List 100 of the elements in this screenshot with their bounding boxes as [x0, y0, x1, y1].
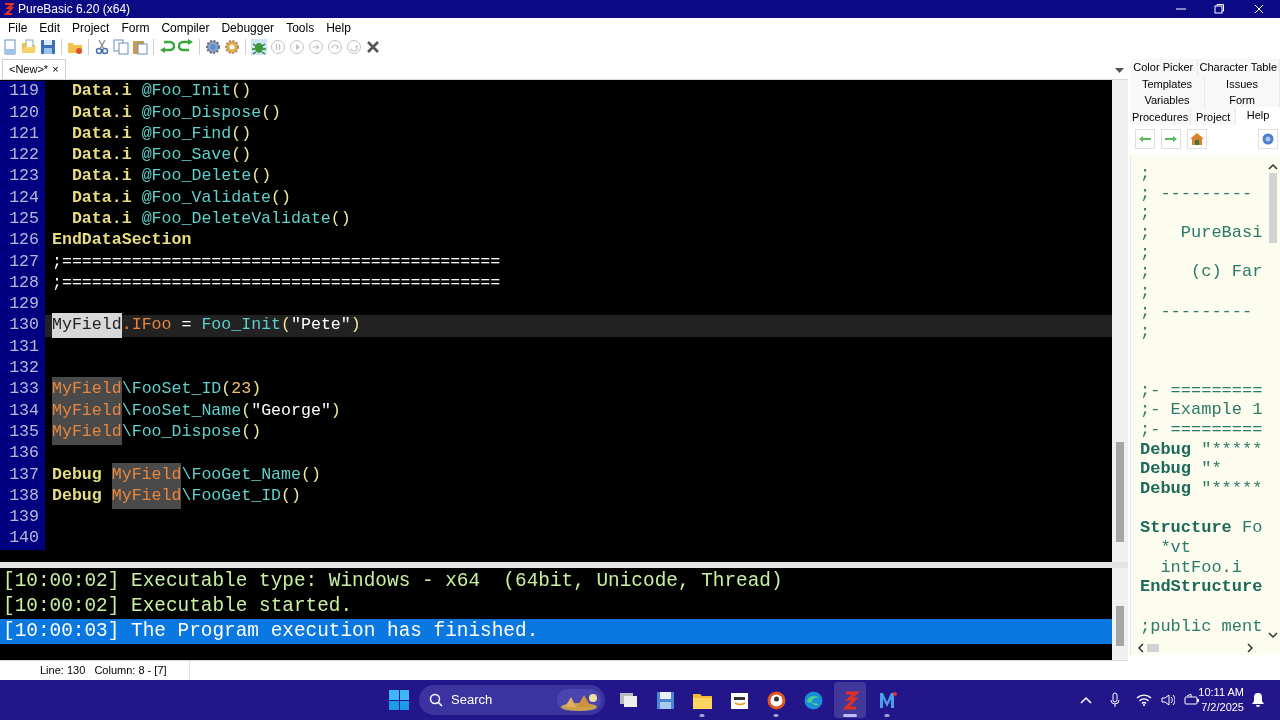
code-text: \FooSet_Name: [121, 399, 242, 422]
code-text: EndDataSection: [52, 229, 192, 252]
code-text: @Foo_Init: [140, 80, 232, 103]
app-logo-icon: [839, 689, 861, 711]
search-bar[interactable]: Search: [419, 685, 605, 715]
code-text: (): [231, 144, 252, 167]
home-icon: [1190, 133, 1204, 145]
scrollbar-thumb[interactable]: [1268, 173, 1277, 243]
help-text: ;- =========: [1140, 379, 1263, 398]
line-number: 127: [9, 250, 39, 273]
scroll-up-icon[interactable]: [1267, 163, 1278, 171]
scroll-left-icon[interactable]: [1137, 643, 1145, 653]
gear-icon[interactable]: [205, 39, 221, 55]
scrollbar-thumb[interactable]: [1147, 644, 1159, 652]
restore-icon: [1214, 4, 1224, 14]
help-text: ;: [1140, 241, 1151, 260]
code-text: Data.i: [70, 144, 132, 167]
code-text: (): [330, 208, 351, 230]
code-text: (: [281, 314, 292, 337]
code-text: Data.i: [70, 165, 132, 188]
menu-item[interactable]: Debugger: [215, 18, 281, 37]
clock-time[interactable]: 10:11 AM: [1198, 685, 1244, 700]
scissors-icon[interactable]: [94, 39, 110, 55]
scroll-right-icon[interactable]: [1246, 643, 1254, 653]
line-number: 121: [9, 122, 39, 145]
taskbar-app-button[interactable]: [834, 682, 866, 718]
panel-tab[interactable]: Form: [1205, 92, 1280, 109]
menu-item[interactable]: Help: [320, 18, 357, 37]
help-text: Debug: [1140, 458, 1191, 476]
menu-item[interactable]: Compiler: [155, 18, 216, 37]
menu-item[interactable]: Form: [115, 18, 156, 37]
save-icon: [654, 689, 676, 711]
help-button[interactable]: [1258, 129, 1278, 149]
line-number: 135: [9, 420, 39, 443]
chevron-up-icon[interactable]: [1080, 696, 1092, 704]
scrollbar[interactable]: [1112, 568, 1128, 660]
notification-bell-icon[interactable]: [1251, 692, 1265, 707]
help-text: "*****: [1200, 438, 1263, 457]
bug-icon[interactable]: [251, 39, 267, 55]
menu-item[interactable]: Edit: [33, 18, 67, 37]
code-text: (: [221, 378, 232, 401]
panel-tab[interactable]: Help: [1236, 107, 1280, 124]
search-input[interactable]: Search: [451, 690, 541, 710]
code-text: Debug: [52, 484, 103, 507]
panel-tab[interactable]: Variables: [1130, 92, 1205, 109]
code-text: @Foo_Save: [140, 144, 232, 167]
line-number: 133: [9, 378, 39, 401]
help-text: ;: [1140, 281, 1151, 299]
undo-icon[interactable]: [159, 39, 175, 55]
microphone-icon[interactable]: [1109, 692, 1121, 708]
code-text: 23: [231, 378, 252, 401]
clock-date[interactable]: 7/2/2025: [1201, 700, 1244, 715]
code-text: (): [251, 165, 272, 188]
code-text: (): [231, 80, 252, 103]
line-number: 120: [9, 101, 39, 124]
home-button[interactable]: [1187, 129, 1207, 149]
code-text: Foo_Init: [201, 314, 282, 337]
code-text: \FooSet_ID: [121, 378, 222, 401]
line-number: 128: [9, 271, 39, 294]
help-text: ; ---------: [1140, 182, 1253, 201]
code-text: (): [281, 484, 301, 507]
help-text: ;: [1140, 163, 1151, 181]
dropdown-arrow-icon[interactable]: [1115, 68, 1124, 73]
battery-icon[interactable]: [1184, 694, 1200, 706]
line-number: 140: [9, 527, 39, 550]
help-text: ;- =========: [1140, 418, 1263, 437]
menu-item[interactable]: File: [2, 18, 34, 37]
scrollbar[interactable]: [1112, 80, 1128, 562]
scroll-down-icon[interactable]: [1267, 631, 1278, 639]
line-number: 138: [9, 484, 39, 507]
code-text: (: [241, 399, 252, 422]
menu-item[interactable]: Tools: [280, 18, 321, 37]
speaker-icon[interactable]: [1161, 694, 1175, 706]
paste-icon[interactable]: [132, 39, 148, 55]
code-text: Data.i: [70, 80, 132, 103]
search-icon: [429, 693, 443, 707]
panel-tab[interactable]: Character Table: [1197, 59, 1280, 76]
code-text: @Foo_Find: [140, 122, 232, 145]
code-text: "Pete": [291, 314, 351, 337]
file-tab[interactable]: <New>* ×: [2, 59, 66, 79]
close-icon[interactable]: [365, 39, 381, 55]
output-line[interactable]: [10:00:02] Executable type: Windows - x64 (64bit, Unicode, Thread): [0, 569, 1112, 594]
panel-tab[interactable]: Color Picker: [1130, 59, 1198, 76]
help-text: ;: [1140, 202, 1151, 221]
code-text: (): [300, 463, 321, 486]
code-text: \Foo_Dispose: [121, 420, 242, 443]
wifi-icon[interactable]: [1136, 694, 1152, 706]
tab-close-button[interactable]: ×: [52, 61, 59, 78]
app-logo-icon: [4, 3, 14, 15]
help-text: Debug: [1140, 438, 1191, 457]
status-text: Line: 130 Column: 8 - [7]: [40, 663, 167, 679]
start-button[interactable]: [389, 690, 409, 710]
menu-item[interactable]: Project: [66, 18, 116, 37]
help-icon: [1262, 133, 1274, 145]
save-icon[interactable]: [40, 39, 56, 55]
help-text: Structure: [1140, 517, 1232, 536]
gear-icon[interactable]: [224, 39, 240, 55]
help-text: Fo: [1241, 517, 1263, 536]
output-line[interactable]: [10:00:02] Executable started.: [0, 594, 1112, 619]
browser-icon: [802, 689, 824, 711]
